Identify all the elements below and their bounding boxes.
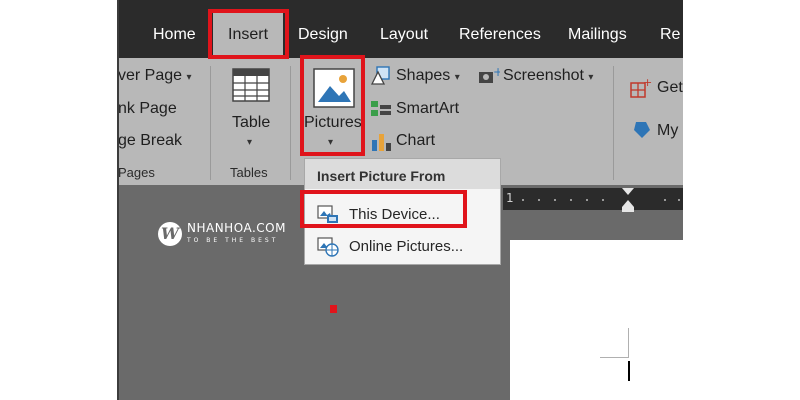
- tab-layout[interactable]: Layout: [380, 26, 428, 44]
- get-addins-button[interactable]: Get: [657, 79, 683, 97]
- my-addins-button[interactable]: My: [657, 122, 678, 140]
- ruler-ticks: [522, 199, 680, 201]
- tab-references[interactable]: References: [459, 26, 541, 44]
- logo-emblem: W: [158, 222, 182, 246]
- smartart-button[interactable]: SmartArt: [396, 100, 459, 118]
- smartart-icon: [371, 101, 391, 116]
- menu-header-label: Insert Picture From: [317, 168, 446, 184]
- margin-corner-mark: [600, 357, 628, 358]
- logo-name: NHANHOA.COM: [187, 221, 286, 235]
- svg-text:+: +: [493, 66, 500, 79]
- blank-page-button[interactable]: nk Page: [118, 100, 177, 118]
- tab-review[interactable]: Re: [660, 26, 680, 44]
- red-marker: [330, 305, 337, 313]
- menu-item-online-pictures[interactable]: Online Pictures...: [305, 231, 500, 261]
- menu-header: Insert Picture From: [305, 159, 500, 189]
- logo-tagline: TO BE THE BEST: [187, 237, 279, 244]
- tables-group-label: Tables: [230, 165, 268, 180]
- online-pictures-icon: [317, 237, 339, 257]
- ruler-number: 1: [506, 191, 514, 205]
- screenshot-label: Screenshot: [503, 67, 584, 84]
- window-left-border: [117, 0, 119, 400]
- dropdown-arrow-icon: ▾: [454, 72, 460, 83]
- shapes-icon: [370, 66, 390, 85]
- word-window: Home Insert Design Layout References Mai…: [118, 0, 683, 400]
- screenshot-icon: +: [479, 66, 500, 83]
- tab-design[interactable]: Design: [298, 26, 348, 44]
- chart-button[interactable]: Chart: [396, 132, 435, 150]
- group-divider: [613, 66, 614, 180]
- cover-page-button[interactable]: ver Page ▾: [118, 67, 192, 85]
- dropdown-arrow-icon: ▾: [186, 72, 192, 83]
- dropdown-arrow-icon: ▾: [588, 72, 594, 83]
- tab-home[interactable]: Home: [153, 26, 196, 44]
- screenshot-button[interactable]: Screenshot ▾: [503, 67, 593, 85]
- pages-group-label: Pages: [118, 165, 155, 180]
- table-button[interactable]: Table: [232, 114, 270, 132]
- highlight-pictures-button: [300, 55, 365, 156]
- margin-corner-mark: [628, 328, 629, 358]
- page-break-button[interactable]: ge Break: [118, 132, 182, 150]
- highlight-this-device: [300, 190, 467, 228]
- shapes-button[interactable]: Shapes ▾: [396, 67, 460, 85]
- group-divider: [210, 66, 211, 180]
- shapes-label: Shapes: [396, 67, 451, 84]
- highlight-insert-tab: [208, 9, 289, 59]
- store-icon: +: [630, 77, 652, 98]
- table-dropdown-icon[interactable]: ▾: [247, 137, 252, 148]
- horizontal-ruler[interactable]: 1: [503, 188, 683, 212]
- indent-marker-icon[interactable]: [620, 188, 636, 212]
- text-cursor: [628, 361, 630, 381]
- screenshot-stage: Home Insert Design Layout References Mai…: [0, 0, 800, 400]
- online-pictures-label: Online Pictures...: [349, 238, 464, 255]
- svg-text:+: +: [643, 77, 652, 89]
- group-divider: [290, 66, 291, 180]
- document-page[interactable]: [510, 240, 683, 400]
- tab-mailings[interactable]: Mailings: [568, 26, 627, 44]
- my-addins-icon: [634, 122, 650, 138]
- cover-page-label: ver Page: [118, 67, 183, 84]
- table-icon: [232, 68, 270, 102]
- chart-icon: [372, 134, 391, 151]
